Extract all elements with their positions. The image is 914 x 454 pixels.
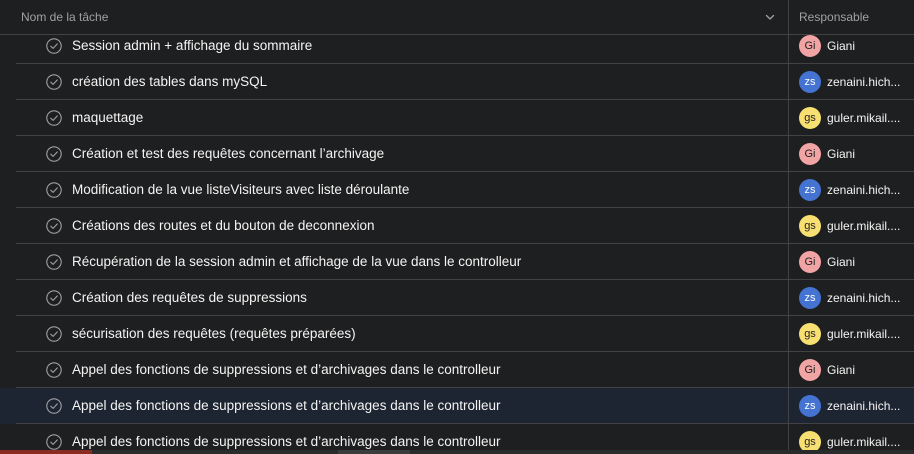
task-cell[interactable]: maquettage [16, 100, 789, 136]
avatar: gs [799, 214, 821, 237]
task-cell[interactable]: Modification de la vue listeVisiteurs av… [16, 172, 789, 208]
assignee-name: guler.mikail.... [827, 434, 901, 449]
complete-check-icon[interactable] [46, 290, 62, 306]
taskbar-accent [0, 450, 92, 454]
task-rows: Session admin + affichage du sommaire Gi G… [0, 28, 914, 454]
complete-check-icon[interactable] [46, 362, 62, 378]
table-row[interactable]: Appel des fonctions de suppressions et d… [0, 388, 914, 424]
avatar: Gi [799, 142, 821, 165]
task-cell[interactable]: Appel des fonctions de suppressions et d… [16, 352, 789, 388]
complete-check-icon[interactable] [46, 434, 62, 450]
assignee-name: guler.mikail.... [827, 326, 901, 341]
avatar: zs [799, 178, 821, 201]
assignee-cell[interactable]: Gi Giani [789, 136, 914, 172]
avatar: zs [799, 394, 821, 417]
chevron-down-icon[interactable] [764, 11, 776, 23]
task-cell[interactable]: Appel des fonctions de suppressions et d… [16, 388, 789, 424]
task-cell[interactable]: Création des requêtes de suppressions [16, 280, 789, 316]
assignee-name: zenaini.hich... [827, 74, 901, 89]
complete-check-icon[interactable] [46, 38, 62, 54]
task-column-header[interactable]: Nom de la tâche [0, 0, 789, 34]
avatar: gs [799, 106, 821, 129]
assignee-cell[interactable]: zs zenaini.hich... [789, 388, 914, 424]
avatar: Gi [799, 34, 821, 57]
assignee-cell[interactable]: zs zenaini.hich... [789, 280, 914, 316]
assignee-name: zenaini.hich... [827, 290, 901, 305]
task-cell[interactable]: Création et test des requêtes concernant… [16, 136, 789, 172]
horizontal-scrollbar[interactable] [0, 450, 914, 454]
task-name[interactable]: Récupération de la session admin et affi… [72, 254, 521, 269]
complete-check-icon[interactable] [46, 218, 62, 234]
assignee-cell[interactable]: gs guler.mikail.... [789, 208, 914, 244]
complete-check-icon[interactable] [46, 398, 62, 414]
assignee-name: Giani [827, 254, 856, 269]
assignee-name: Giani [827, 38, 856, 53]
task-name[interactable]: Créations des routes et du bouton de dec… [72, 218, 374, 233]
task-name[interactable]: création des tables dans mySQL [72, 74, 267, 89]
assignee-cell[interactable]: gs guler.mikail.... [789, 100, 914, 136]
complete-check-icon[interactable] [46, 146, 62, 162]
table-row[interactable]: maquettage gs guler.mikail.... [0, 100, 914, 136]
assignee-cell[interactable]: zs zenaini.hich... [789, 172, 914, 208]
task-list: Session admin + affichage du sommaire Gi G… [0, 0, 914, 454]
complete-check-icon[interactable] [46, 182, 62, 198]
complete-check-icon[interactable] [46, 326, 62, 342]
task-cell[interactable]: Créations des routes et du bouton de dec… [16, 208, 789, 244]
assignee-column-header[interactable]: Responsable [789, 0, 914, 34]
table-row[interactable]: création des tables dans mySQL zs zenaini.… [0, 64, 914, 100]
assignee-name: zenaini.hich... [827, 182, 901, 197]
task-name[interactable]: sécurisation des requêtes (requêtes prép… [72, 326, 356, 341]
complete-check-icon[interactable] [46, 110, 62, 126]
avatar: zs [799, 286, 821, 309]
task-name[interactable]: Session admin + affichage du sommaire [72, 38, 312, 53]
table-row[interactable]: Créations des routes et du bouton de dec… [0, 208, 914, 244]
avatar: Gi [799, 358, 821, 381]
task-name[interactable]: maquettage [72, 110, 143, 125]
complete-check-icon[interactable] [46, 254, 62, 270]
task-name[interactable]: Appel des fonctions de suppressions et d… [72, 398, 501, 413]
assignee-name: guler.mikail.... [827, 218, 901, 233]
task-column-label: Nom de la tâche [21, 10, 109, 24]
table-row[interactable]: Modification de la vue listeVisiteurs av… [0, 172, 914, 208]
task-name[interactable]: Appel des fonctions de suppressions et d… [72, 362, 501, 377]
table-header: Nom de la tâche Responsable [0, 0, 914, 35]
assignee-cell[interactable]: Gi Giani [789, 244, 914, 280]
table-row[interactable]: Récupération de la session admin et affi… [0, 244, 914, 280]
task-name[interactable]: Création des requêtes de suppressions [72, 290, 307, 305]
task-name[interactable]: Appel des fonctions de suppressions et d… [72, 434, 501, 449]
assignee-name: guler.mikail.... [827, 110, 901, 125]
task-cell[interactable]: sécurisation des requêtes (requêtes prép… [16, 316, 789, 352]
task-name[interactable]: Modification de la vue listeVisiteurs av… [72, 182, 409, 197]
table-row[interactable]: Appel des fonctions de suppressions et d… [0, 352, 914, 388]
assignee-column-label: Responsable [799, 10, 870, 24]
task-name[interactable]: Création et test des requêtes concernant… [72, 146, 384, 161]
table-row[interactable]: sécurisation des requêtes (requêtes prép… [0, 316, 914, 352]
avatar: gs [799, 322, 821, 345]
assignee-name: Giani [827, 146, 856, 161]
assignee-cell[interactable]: Gi Giani [789, 352, 914, 388]
task-cell[interactable]: Récupération de la session admin et affi… [16, 244, 789, 280]
assignee-name: Giani [827, 362, 856, 377]
scrollbar-thumb[interactable] [338, 450, 410, 454]
assignee-cell[interactable]: gs guler.mikail.... [789, 316, 914, 352]
table-row[interactable]: Création des requêtes de suppressions zs z… [0, 280, 914, 316]
assignee-name: zenaini.hich... [827, 398, 901, 413]
table-row[interactable]: Création et test des requêtes concernant… [0, 136, 914, 172]
avatar: zs [799, 70, 821, 93]
task-cell[interactable]: création des tables dans mySQL [16, 64, 789, 100]
avatar: Gi [799, 250, 821, 273]
assignee-cell[interactable]: zs zenaini.hich... [789, 64, 914, 100]
complete-check-icon[interactable] [46, 74, 62, 90]
